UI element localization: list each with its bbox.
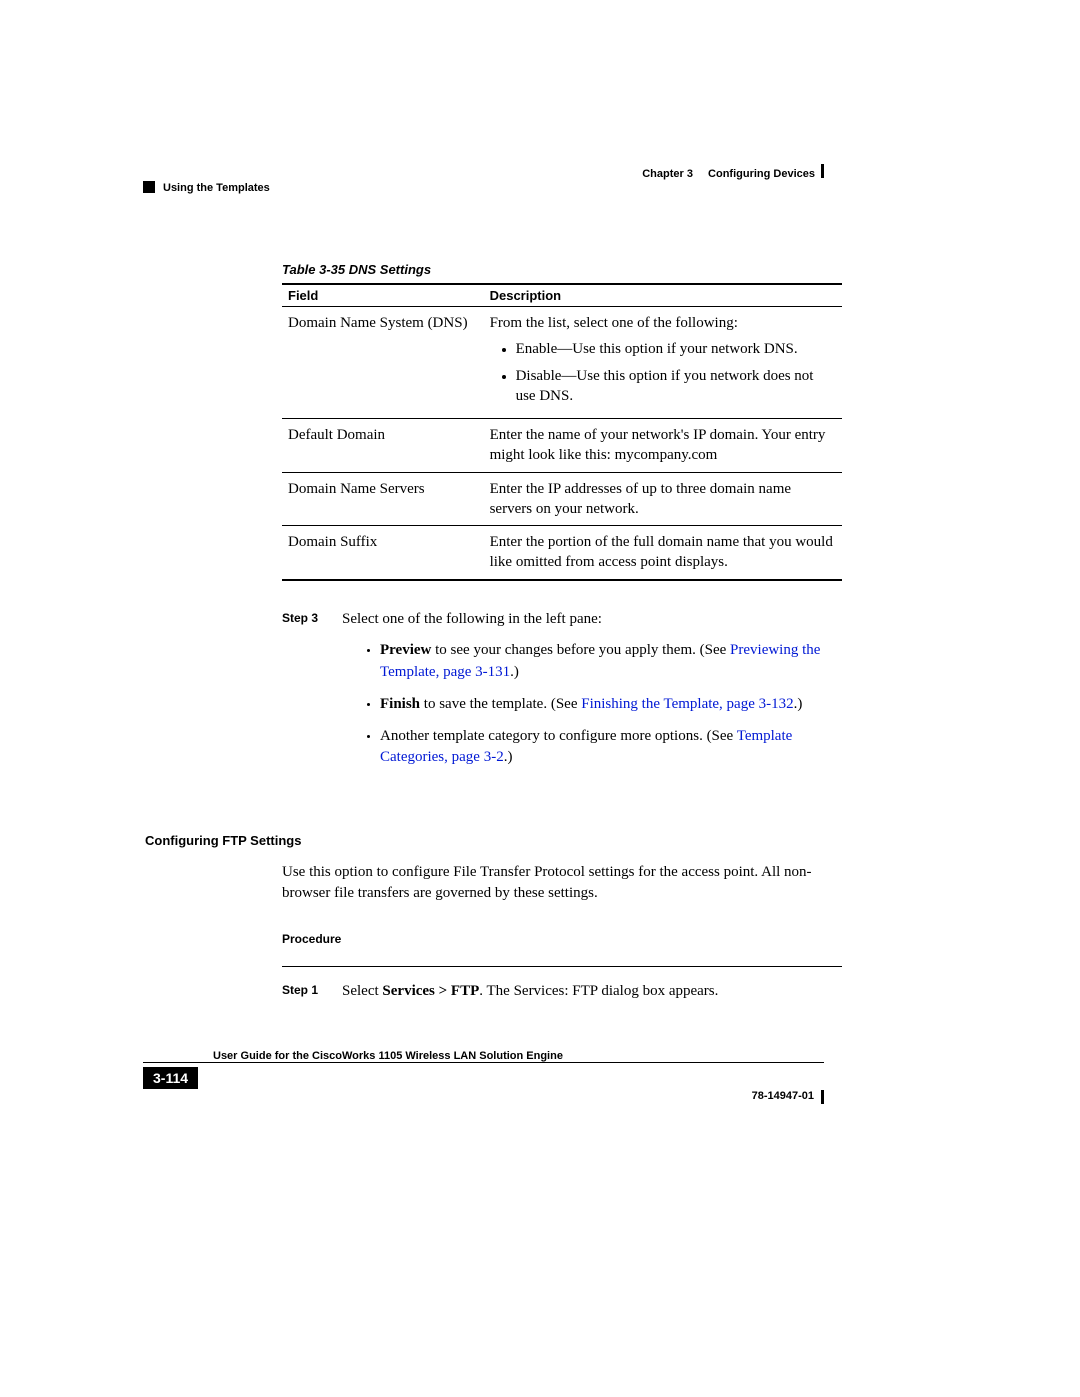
- cell-field: Domain Name System (DNS): [282, 307, 484, 419]
- bullet-item: Preview to see your changes before you a…: [380, 640, 842, 684]
- cell-field: Default Domain: [282, 419, 484, 473]
- desc-text: From the list, select one of the followi…: [490, 315, 738, 331]
- table-row: Domain Suffix Enter the portion of the f…: [282, 526, 842, 580]
- bullet-text: Another template category to configure m…: [380, 728, 737, 744]
- option-item: Disable—Use this option if you network d…: [516, 366, 836, 407]
- step-1-block: Step 1 Select Services > FTP. The Servic…: [282, 981, 842, 1003]
- page-number-badge: 3-114: [143, 1067, 198, 1089]
- content-area: Table 3-35 DNS Settings Field Descriptio…: [282, 262, 842, 1009]
- step-body: Select one of the following in the left …: [342, 609, 842, 780]
- step-bold: Services > FTP: [382, 983, 479, 999]
- chapter-header: Chapter 3 Configuring Devices: [642, 168, 815, 180]
- breadcrumb-section: Using the Templates: [163, 182, 270, 194]
- chapter-label: Chapter 3: [642, 168, 693, 180]
- header-square-icon: [143, 181, 155, 193]
- cell-description: From the list, select one of the followi…: [484, 307, 842, 419]
- footer-accent-bar: [821, 1090, 824, 1104]
- header-accent-bar: [821, 164, 824, 178]
- horizontal-rule: [282, 966, 842, 967]
- ftp-paragraph: Use this option to configure File Transf…: [282, 862, 842, 904]
- bullet-item: Another template category to configure m…: [380, 726, 842, 770]
- bullet-tail: .): [504, 749, 513, 765]
- bullet-tail: .): [794, 696, 803, 712]
- option-item: Enable—Use this option if your network D…: [516, 339, 836, 359]
- bullet-item: Finish to save the template. (See Finish…: [380, 694, 842, 716]
- xref-link[interactable]: Finishing the Template, page 3-132: [581, 696, 793, 712]
- page-footer: User Guide for the CiscoWorks 1105 Wirel…: [143, 1068, 824, 1089]
- col-head-description: Description: [484, 284, 842, 307]
- table-row: Domain Name System (DNS) From the list, …: [282, 307, 842, 419]
- bullet-bold: Finish: [380, 696, 420, 712]
- step-label: Step 3: [282, 609, 330, 780]
- footer-rule: [143, 1062, 824, 1063]
- cell-description: Enter the name of your network's IP doma…: [484, 419, 842, 473]
- footer-doc-title: User Guide for the CiscoWorks 1105 Wirel…: [213, 1050, 824, 1062]
- cell-description: Enter the IP addresses of up to three do…: [484, 472, 842, 526]
- cell-field: Domain Suffix: [282, 526, 484, 580]
- bullet-text: to save the template. (See: [420, 696, 581, 712]
- chapter-title: Configuring Devices: [708, 168, 815, 180]
- step-bullets: Preview to see your changes before you a…: [342, 640, 842, 769]
- cell-description: Enter the portion of the full domain nam…: [484, 526, 842, 580]
- table-row: Default Domain Enter the name of your ne…: [282, 419, 842, 473]
- step-body: Select Services > FTP. The Services: FTP…: [342, 981, 842, 1003]
- step-intro: Select one of the following in the left …: [342, 611, 602, 627]
- cell-field: Domain Name Servers: [282, 472, 484, 526]
- step-label: Step 1: [282, 981, 330, 1003]
- step-3-block: Step 3 Select one of the following in th…: [282, 609, 842, 780]
- page: Chapter 3 Configuring Devices Using the …: [0, 0, 1080, 1397]
- step-text-post: . The Services: FTP dialog box appears.: [479, 983, 718, 999]
- bullet-tail: .): [510, 664, 519, 680]
- footer-docnum: 78-14947-01: [752, 1090, 814, 1102]
- bullet-text: to see your changes before you apply the…: [431, 642, 730, 658]
- dns-settings-table: Field Description Domain Name System (DN…: [282, 283, 842, 581]
- table-row: Domain Name Servers Enter the IP address…: [282, 472, 842, 526]
- section-heading-ftp: Configuring FTP Settings: [145, 833, 842, 848]
- procedure-heading: Procedure: [282, 932, 842, 946]
- col-head-field: Field: [282, 284, 484, 307]
- step-text-pre: Select: [342, 983, 382, 999]
- table-caption: Table 3-35 DNS Settings: [282, 262, 842, 277]
- option-list: Enable—Use this option if your network D…: [490, 339, 836, 406]
- bullet-bold: Preview: [380, 642, 431, 658]
